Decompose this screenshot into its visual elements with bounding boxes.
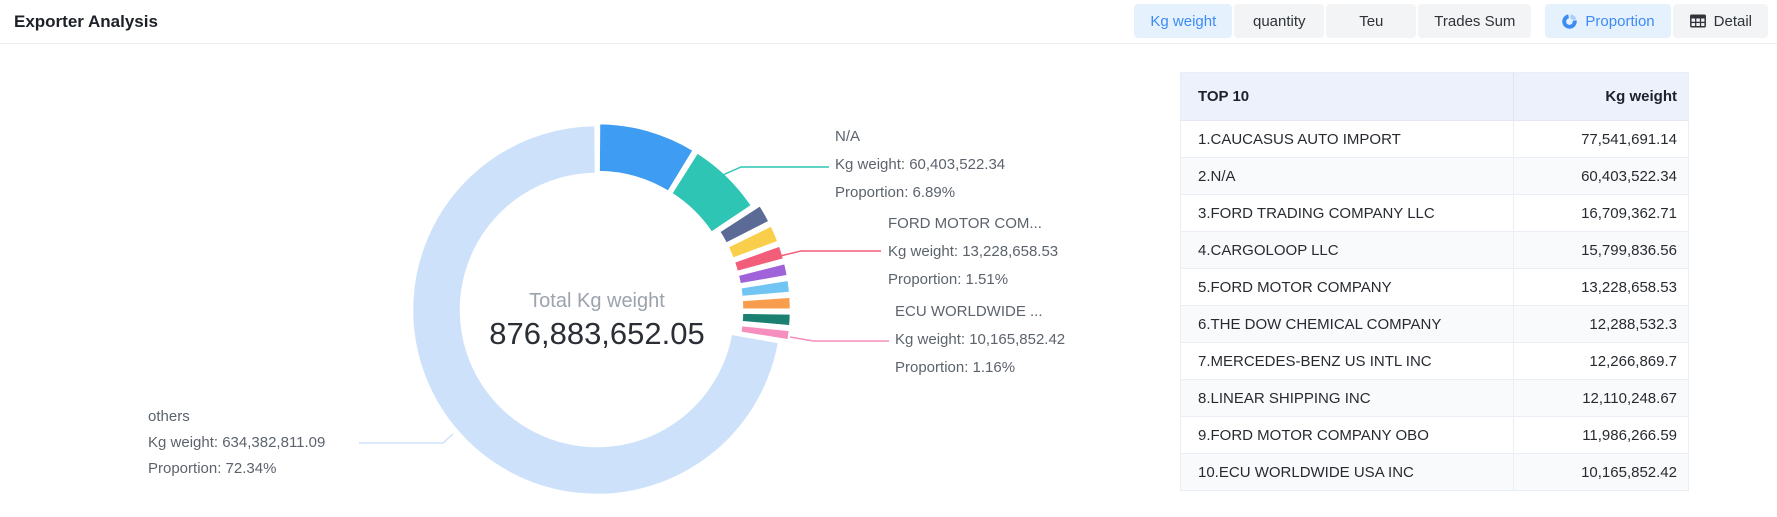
callout-weight: Kg weight: 60,403,522.34	[835, 151, 1005, 179]
callout-proportion: Proportion: 1.16%	[895, 354, 1065, 382]
top10-table: TOP 10 Kg weight 1.CAUCASUS AUTO IMPORT7…	[1180, 72, 1689, 491]
table-row: 6.THE DOW CHEMICAL COMPANY12,288,532.3	[1181, 306, 1689, 343]
exporter-name-cell: 10.ECU WORLDWIDE USA INC	[1181, 454, 1514, 491]
leader-line-n-a	[716, 167, 829, 178]
tab-label: Proportion	[1585, 13, 1654, 30]
kg-weight-cell: 13,228,658.53	[1514, 269, 1689, 306]
callout-proportion: Proportion: 1.51%	[888, 266, 1058, 294]
leader-line-ecu-worldwide-usa-inc	[790, 337, 889, 341]
callout-proportion: Proportion: 6.89%	[835, 179, 1005, 207]
table-row: 9.FORD MOTOR COMPANY OBO11,986,266.59	[1181, 417, 1689, 454]
kg-weight-cell: 12,288,532.3	[1514, 306, 1689, 343]
table-icon	[1689, 13, 1707, 29]
tab-kg-weight[interactable]: Kg weight	[1134, 4, 1232, 38]
exporter-name-cell: 2.N/A	[1181, 158, 1514, 195]
donut-chart-icon	[1561, 13, 1578, 30]
callout-ecu-worldwide: ECU WORLDWIDE ... Kg weight: 10,165,852.…	[895, 298, 1065, 382]
tab-label: Teu	[1359, 13, 1383, 30]
tab-quantity[interactable]: quantity	[1234, 4, 1324, 38]
table-row: 10.ECU WORLDWIDE USA INC10,165,852.42	[1181, 454, 1689, 491]
exporter-name-cell: 1.CAUCASUS AUTO IMPORT	[1181, 121, 1514, 158]
tab-detail[interactable]: Detail	[1673, 4, 1768, 38]
leader-line-ford-motor-company	[780, 251, 881, 256]
callout-label: N/A	[835, 123, 1005, 151]
tab-label: Kg weight	[1150, 13, 1216, 30]
exporter-name-cell: 4.CARGOLOOP LLC	[1181, 232, 1514, 269]
leader-line-others	[359, 434, 453, 443]
view-tab-group: Proportion Detail	[1545, 4, 1768, 38]
callout-proportion: Proportion: 72.34%	[148, 456, 325, 482]
chart-center-label: Total Kg weight 876,883,652.05	[397, 288, 797, 354]
callout-label: others	[148, 404, 325, 430]
tab-trades-sum[interactable]: Trades Sum	[1418, 4, 1531, 38]
exporter-name-cell: 6.THE DOW CHEMICAL COMPANY	[1181, 306, 1514, 343]
exporter-name-cell: 3.FORD TRADING COMPANY LLC	[1181, 195, 1514, 232]
kg-weight-cell: 10,165,852.42	[1514, 454, 1689, 491]
callout-weight: Kg weight: 13,228,658.53	[888, 238, 1058, 266]
exporter-name-cell: 5.FORD MOTOR COMPANY	[1181, 269, 1514, 306]
callout-na: N/A Kg weight: 60,403,522.34 Proportion:…	[835, 123, 1005, 207]
exporter-name-cell: 9.FORD MOTOR COMPANY OBO	[1181, 417, 1514, 454]
callout-others: others Kg weight: 634,382,811.09 Proport…	[148, 404, 325, 482]
kg-weight-cell: 77,541,691.14	[1514, 121, 1689, 158]
table-row: 2.N/A60,403,522.34	[1181, 158, 1689, 195]
callout-label: FORD MOTOR COM...	[888, 210, 1058, 238]
callout-weight: Kg weight: 634,382,811.09	[148, 430, 325, 456]
kg-weight-cell: 60,403,522.34	[1514, 158, 1689, 195]
callout-label: ECU WORLDWIDE ...	[895, 298, 1065, 326]
table-row: 1.CAUCASUS AUTO IMPORT77,541,691.14	[1181, 121, 1689, 158]
table-row: 8.LINEAR SHIPPING INC12,110,248.67	[1181, 380, 1689, 417]
kg-weight-cell: 15,799,836.56	[1514, 232, 1689, 269]
table-row: 4.CARGOLOOP LLC15,799,836.56	[1181, 232, 1689, 269]
exporter-name-cell: 8.LINEAR SHIPPING INC	[1181, 380, 1514, 417]
kg-weight-cell: 11,986,266.59	[1514, 417, 1689, 454]
table-header-row: TOP 10 Kg weight	[1181, 73, 1689, 121]
kg-weight-cell: 12,110,248.67	[1514, 380, 1689, 417]
chart-center-value: 876,883,652.05	[397, 314, 797, 354]
tab-proportion[interactable]: Proportion	[1545, 4, 1670, 38]
table-header-rank: TOP 10	[1181, 73, 1514, 121]
tab-teu[interactable]: Teu	[1326, 4, 1416, 38]
tab-label: quantity	[1253, 13, 1306, 30]
table-header-value: Kg weight	[1514, 73, 1689, 121]
table-row: 3.FORD TRADING COMPANY LLC16,709,362.71	[1181, 195, 1689, 232]
table-row: 5.FORD MOTOR COMPANY13,228,658.53	[1181, 269, 1689, 306]
toolbar: Kg weight quantity Teu Trades Sum Proportio…	[1134, 4, 1768, 38]
callout-ford-motor: FORD MOTOR COM... Kg weight: 13,228,658.…	[888, 210, 1058, 294]
kg-weight-cell: 12,266,869.7	[1514, 343, 1689, 380]
table-row: 7.MERCEDES-BENZ US INTL INC12,266,869.7	[1181, 343, 1689, 380]
kg-weight-cell: 16,709,362.71	[1514, 195, 1689, 232]
exporter-name-cell: 7.MERCEDES-BENZ US INTL INC	[1181, 343, 1514, 380]
tab-label: Trades Sum	[1434, 13, 1515, 30]
metric-tab-group: Kg weight quantity Teu Trades Sum	[1134, 4, 1531, 38]
callout-weight: Kg weight: 10,165,852.42	[895, 326, 1065, 354]
tab-label: Detail	[1714, 13, 1752, 30]
chart-center-title: Total Kg weight	[397, 288, 797, 314]
table-body: 1.CAUCASUS AUTO IMPORT77,541,691.142.N/A…	[1181, 121, 1689, 491]
